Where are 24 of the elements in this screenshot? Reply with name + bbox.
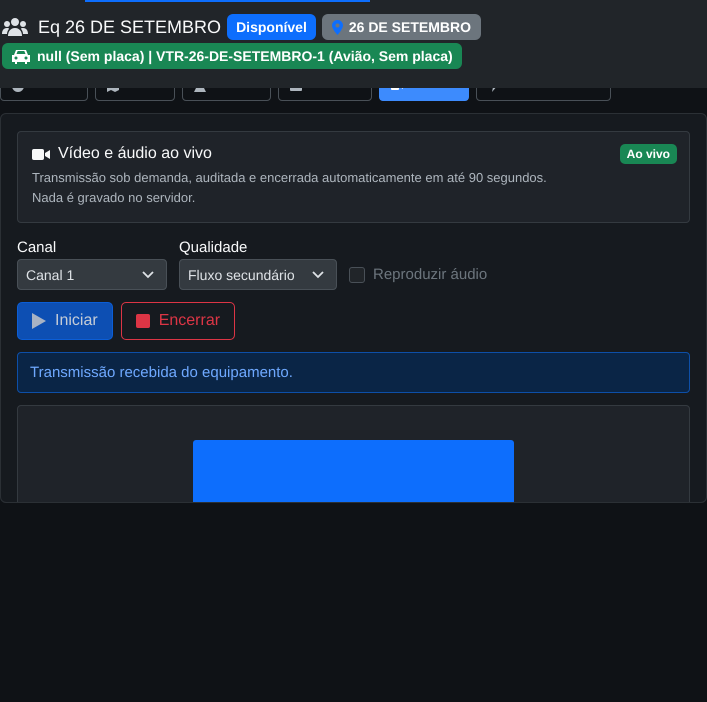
quality-select[interactable]: Fluxo secundário [179,259,337,290]
pin-icon [332,20,343,34]
vehicle-badge: null (Sem placa) | VTR-26-DE-SETEMBRO-1 (Avião, Sem placa) [2,43,462,69]
channel-select[interactable]: Canal 1 [17,259,167,290]
video-camera-icon [32,148,50,160]
stop-icon [136,314,150,328]
play-icon [32,313,46,329]
group-icon [2,17,28,37]
field-label: Canal [17,239,58,256]
car-icon [11,48,31,64]
field-label: Qualidade [179,239,248,256]
checkbox[interactable] [349,266,365,282]
card-title: Vídeo e áudio ao vivo [58,145,212,163]
description-text: Nada é gravado no servidor. [32,189,196,207]
stop-button[interactable]: Encerrar [120,302,236,340]
description-text: Transmissão sob demanda, auditada e encerrada automaticamente em até 90 segundos. [32,169,548,187]
live-badge: Ao vivo [620,144,677,164]
team-title: Eq 26 DE SETEMBRO [38,16,222,38]
checkbox-label: Reproduzir áudio [373,266,488,283]
chevron-down-icon [142,270,154,278]
chevron-down-icon [312,270,324,278]
info-alert: Transmissão recebida do equipamento. [17,352,690,393]
status-badge: Disponível [227,14,316,40]
location-badge: 26 DE SETEMBRO [322,14,481,40]
